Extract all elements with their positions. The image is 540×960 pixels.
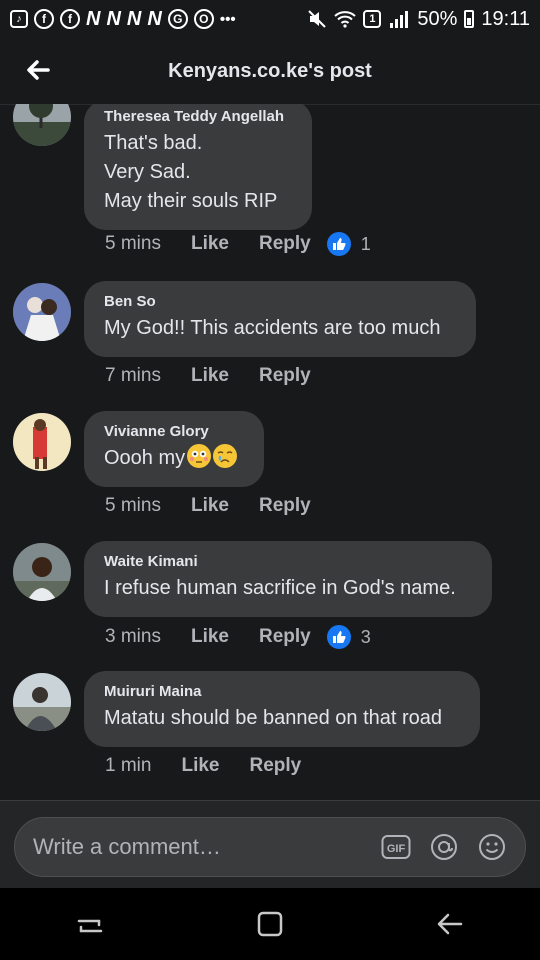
facebook-icon: f — [60, 9, 80, 29]
post-header: Kenyans.co.ke's post — [0, 38, 540, 105]
clock: 19:11 — [481, 7, 530, 30]
comment-text-content: Oooh my — [104, 447, 186, 469]
reaction-summary[interactable]: 1 — [326, 232, 371, 256]
gif-button[interactable]: GIF — [379, 830, 413, 864]
comment-bubble[interactable]: Ben So My God!! This accidents are too m… — [84, 281, 476, 357]
comment-text: My God!! This accidents are too much — [104, 317, 441, 339]
more-icon: ••• — [219, 10, 236, 28]
comment-time: 5 mins — [105, 495, 161, 516]
comment-bubble[interactable]: Muiruri Maina Matatu should be banned on… — [84, 671, 480, 747]
reply-button[interactable]: Reply — [250, 755, 302, 777]
comment-text: I refuse human sacrifice in God's name. — [104, 577, 456, 599]
status-bar: ♪ f f N N N N G O ••• 1 50% 19:11 — [0, 0, 540, 38]
n-icon: N — [126, 7, 142, 30]
opera-icon: O — [193, 9, 214, 29]
tiktok-icon: ♪ — [10, 10, 28, 28]
comment-time: 7 mins — [105, 365, 161, 386]
reaction-count: 3 — [360, 626, 371, 647]
sim-icon: 1 — [363, 10, 382, 28]
reply-button[interactable]: Reply — [259, 626, 311, 648]
chrome-icon: G — [167, 9, 188, 29]
comment-author[interactable]: Muiruri Maina — [104, 683, 460, 700]
comment-bubble[interactable]: Vivianne Glory Oooh my — [84, 411, 264, 487]
like-button[interactable]: Like — [181, 755, 219, 777]
at-sign-icon — [431, 834, 457, 860]
comment-input-box[interactable]: GIF — [14, 817, 526, 877]
gif-label: GIF — [387, 843, 406, 855]
emoji-button[interactable] — [475, 830, 509, 864]
gif-icon: GIF — [381, 835, 411, 859]
comment-bubble[interactable]: Waite Kimani I refuse human sacrifice in… — [84, 541, 492, 617]
back-arrow-icon — [437, 913, 463, 935]
like-reaction-icon — [326, 232, 351, 256]
battery-icon — [464, 10, 475, 28]
avatar[interactable] — [13, 413, 71, 471]
avatar[interactable] — [13, 283, 71, 341]
smiley-icon — [479, 834, 505, 860]
like-button[interactable]: Like — [191, 495, 229, 517]
home-square-icon — [257, 911, 283, 937]
back-arrow-icon — [27, 60, 50, 80]
wifi-icon — [334, 10, 357, 28]
comment-text: May their souls RIP — [104, 190, 278, 212]
signal-icon — [388, 9, 410, 29]
comment-list[interactable]: Theresea Teddy Angellah That's bad. Very… — [0, 104, 540, 800]
comment-input[interactable] — [31, 833, 379, 861]
comment-bubble[interactable]: Theresea Teddy Angellah That's bad. Very… — [84, 104, 312, 230]
comment-author[interactable]: Ben So — [104, 293, 456, 310]
reply-button[interactable]: Reply — [259, 365, 311, 387]
comment-author[interactable]: Waite Kimani — [104, 553, 472, 570]
back-button[interactable] — [24, 56, 52, 84]
recent-apps-button[interactable] — [70, 904, 110, 944]
reply-button[interactable]: Reply — [259, 233, 311, 255]
avatar[interactable] — [13, 673, 71, 731]
navigation-bar — [0, 888, 540, 960]
facebook-icon: f — [34, 9, 54, 29]
like-button[interactable]: Like — [191, 626, 229, 648]
comment-author[interactable]: Vivianne Glory — [104, 423, 244, 440]
like-button[interactable]: Like — [191, 233, 229, 255]
reaction-summary[interactable]: 3 — [326, 625, 371, 649]
comment-actions: 5 mins Like Reply 1 — [105, 232, 371, 256]
battery-percent: 50% — [417, 7, 458, 30]
comment-time: 5 mins — [105, 233, 161, 254]
comment-time: 1 min — [105, 755, 152, 776]
n-icon: N — [147, 7, 162, 30]
page-title: Kenyans.co.ke's post — [168, 59, 372, 82]
comment-author[interactable]: Theresea Teddy Angellah — [104, 108, 292, 125]
like-button[interactable]: Like — [191, 365, 229, 387]
comment-time: 3 mins — [105, 626, 161, 647]
avatar[interactable] — [13, 543, 71, 601]
home-button[interactable] — [250, 904, 290, 944]
comment-text: Very Sad. — [104, 161, 191, 183]
comment-text: That's bad. — [104, 132, 203, 154]
comment-composer: GIF — [0, 800, 540, 889]
flushed-face-emoji — [187, 444, 212, 468]
reaction-count: 1 — [360, 233, 371, 254]
comment-actions: 5 mins Like Reply — [105, 495, 311, 517]
n-icon: N — [86, 7, 101, 30]
comment-actions: 3 mins Like Reply 3 — [105, 625, 371, 649]
comment-actions: 7 mins Like Reply — [105, 365, 311, 387]
mute-icon — [307, 9, 327, 29]
crying-face-emoji — [213, 444, 238, 468]
comment-text: Matatu should be banned on that road — [104, 707, 443, 729]
comment-text: Oooh my — [104, 444, 244, 473]
like-reaction-icon — [326, 625, 351, 649]
recent-apps-icon — [77, 919, 103, 933]
mention-button[interactable] — [427, 830, 461, 864]
comment-actions: 1 min Like Reply — [105, 755, 301, 777]
notification-icons: ♪ f f N N N N G O ••• — [10, 8, 307, 31]
reply-button[interactable]: Reply — [259, 495, 311, 517]
avatar[interactable] — [13, 104, 71, 146]
n-icon: N — [106, 7, 121, 30]
back-nav-button[interactable] — [430, 904, 470, 944]
